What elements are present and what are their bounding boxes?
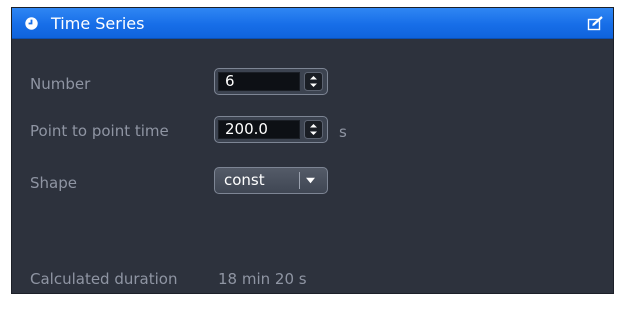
calculated-duration-value: 18 min 20 s xyxy=(218,270,307,288)
point-to-point-time-input[interactable]: 200.0 xyxy=(218,120,300,139)
calculated-duration-label: Calculated duration xyxy=(30,270,178,288)
point-to-point-time-spinbox[interactable]: 200.0 xyxy=(214,116,328,143)
shape-dropdown[interactable]: const xyxy=(214,167,328,194)
dropdown-separator xyxy=(299,172,300,189)
number-label: Number xyxy=(30,75,91,93)
panel-titlebar[interactable]: Time Series xyxy=(12,8,613,39)
clock-icon xyxy=(25,17,38,30)
time-series-panel: Time Series Number 6 Point to point time… xyxy=(11,7,614,294)
point-to-point-time-label: Point to point time xyxy=(30,122,169,140)
spin-arrows-icon[interactable] xyxy=(304,120,323,139)
shape-selected-value: const xyxy=(224,171,265,189)
time-unit-label: s xyxy=(339,123,347,141)
shape-label: Shape xyxy=(30,174,77,192)
panel-title: Time Series xyxy=(51,14,145,33)
number-input[interactable]: 6 xyxy=(218,72,300,91)
number-spinbox[interactable]: 6 xyxy=(214,68,328,95)
chevron-down-icon[interactable] xyxy=(305,177,316,184)
edit-icon[interactable] xyxy=(587,15,604,31)
spin-arrows-icon[interactable] xyxy=(304,72,323,91)
